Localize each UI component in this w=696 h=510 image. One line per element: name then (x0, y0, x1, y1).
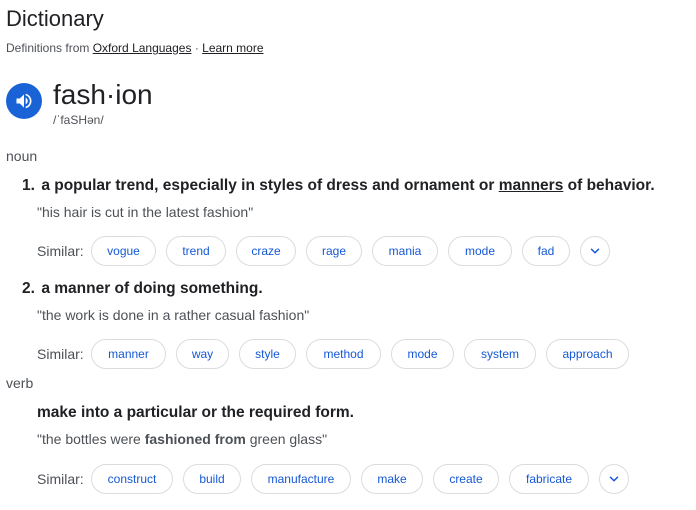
noun-sense-1-similar: Similar: vogue trend craze rage mania mo… (37, 234, 620, 268)
noun-sense-1: 1. a popular trend, especially in styles… (22, 176, 655, 196)
noun-sense-2: 2. a manner of doing something. (22, 279, 263, 299)
similar-chip-rage[interactable]: rage (306, 236, 362, 266)
chevron-down-icon (588, 244, 602, 258)
noun-sense-2-similar: Similar: manner way style method mode sy… (37, 337, 639, 371)
headword: fash·ion (53, 79, 153, 110)
chevron-down-icon (607, 472, 621, 486)
speaker-icon (14, 91, 34, 111)
similar-chip-system[interactable]: system (464, 339, 536, 369)
example-part: green glass" (245, 431, 328, 447)
expand-similar-button[interactable] (599, 464, 629, 494)
oxford-languages-link[interactable]: Oxford Languages (93, 41, 192, 55)
verb-similar: Similar: construct build manufacture mak… (37, 462, 639, 496)
similar-chip-mode[interactable]: mode (448, 236, 512, 266)
source-line: Definitions from Oxford Languages · Lear… (6, 40, 264, 56)
similar-chip-construct[interactable]: construct (91, 464, 173, 494)
sense-definition: a manner of doing something. (41, 280, 263, 297)
similar-chip-mode[interactable]: mode (391, 339, 454, 369)
noun-sense-2-example: "the work is done in a rather casual fas… (37, 307, 310, 323)
source-prefix: Definitions from (6, 41, 90, 55)
similar-chip-style[interactable]: style (239, 339, 296, 369)
verb-definition: make into a particular or the required f… (37, 404, 354, 421)
pronunciation-button[interactable] (6, 83, 42, 119)
similar-chip-build[interactable]: build (183, 464, 241, 494)
similar-label: Similar: (37, 243, 84, 259)
similar-chip-mania[interactable]: mania (372, 236, 438, 266)
verb-example: "the bottles were fashioned from green g… (37, 430, 327, 448)
sense-number: 2. (22, 280, 35, 297)
similar-chip-manufacture[interactable]: manufacture (251, 464, 351, 494)
phonetic: /ˈfaSHən/ (53, 113, 104, 127)
sense-definition-part: a popular trend, especially in styles of… (41, 177, 499, 194)
sense-number: 1. (22, 177, 35, 194)
similar-chip-way[interactable]: way (176, 339, 229, 369)
page-title: Dictionary (6, 6, 104, 31)
part-of-speech-verb: verb (6, 375, 34, 391)
similar-label: Similar: (37, 346, 84, 362)
similar-chip-method[interactable]: method (306, 339, 381, 369)
sense-definition-part: of behavior. (563, 177, 655, 194)
similar-chip-fad[interactable]: fad (522, 236, 570, 266)
similar-chip-approach[interactable]: approach (546, 339, 629, 369)
similar-label: Similar: (37, 471, 84, 487)
similar-chip-create[interactable]: create (433, 464, 499, 494)
learn-more-link[interactable]: Learn more (202, 41, 263, 55)
separator: · (194, 41, 199, 55)
similar-chip-trend[interactable]: trend (166, 236, 226, 266)
similar-chip-fabricate[interactable]: fabricate (509, 464, 589, 494)
example-part: "the bottles were (37, 431, 145, 447)
noun-sense-1-example: "his hair is cut in the latest fashion" (37, 204, 254, 220)
manners-link[interactable]: manners (499, 177, 564, 194)
similar-chip-make[interactable]: make (361, 464, 423, 494)
similar-chip-craze[interactable]: craze (236, 236, 296, 266)
example-bold: fashioned from (144, 431, 246, 447)
expand-similar-button[interactable] (580, 236, 610, 266)
similar-chip-manner[interactable]: manner (91, 339, 166, 369)
similar-chip-vogue[interactable]: vogue (91, 236, 156, 266)
part-of-speech-noun: noun (6, 148, 38, 164)
